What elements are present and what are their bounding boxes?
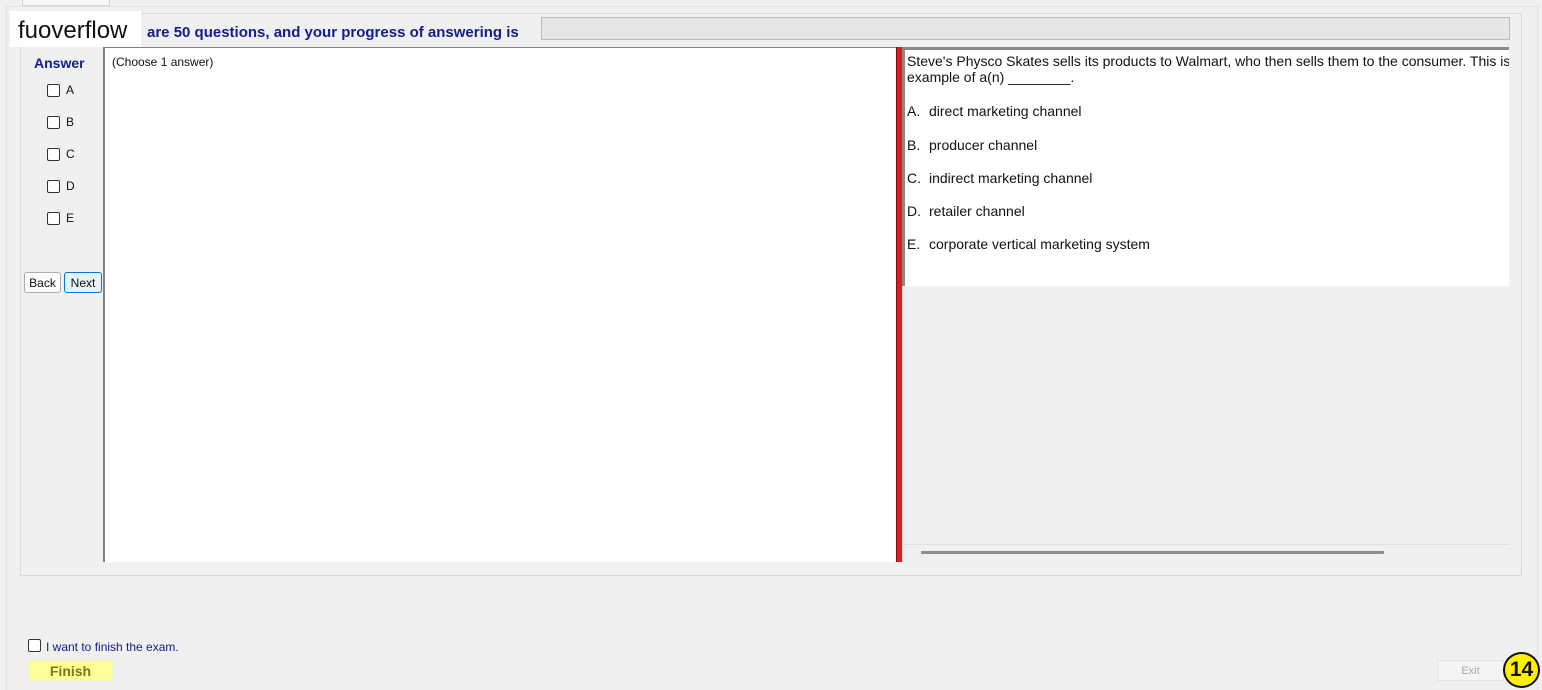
checkbox-a[interactable]: [47, 83, 60, 97]
progress-text: are 50 questions, and your progress of a…: [147, 24, 519, 41]
question-box: Steve's Physco Skates sells its products…: [902, 47, 1509, 286]
choice-text: retailer channel: [929, 203, 1025, 219]
choice-letter: B.: [907, 137, 921, 153]
question-choice-e: E. corporate vertical marketing system: [907, 236, 1150, 252]
question-stem: Steve's Physco Skates sells its products…: [907, 53, 1509, 85]
finish-button[interactable]: Finish: [28, 660, 113, 681]
finish-exam-checkbox[interactable]: I want to finish the exam.: [28, 639, 179, 654]
choice-letter: A.: [907, 103, 921, 119]
answer-option-label: C: [66, 147, 75, 161]
next-button[interactable]: Next: [64, 272, 102, 293]
question-choice-a: A. direct marketing channel: [907, 103, 1082, 119]
choice-text: corporate vertical marketing system: [929, 236, 1150, 252]
answer-text-area[interactable]: (Choose 1 answer): [103, 47, 896, 562]
horizontal-scrollbar-thumb[interactable]: [921, 551, 1384, 554]
choice-text: indirect marketing channel: [929, 170, 1093, 186]
answer-option-label: B: [66, 115, 75, 129]
choice-letter: E.: [907, 236, 921, 252]
choice-text: direct marketing channel: [929, 103, 1082, 119]
answer-option-label: E: [66, 211, 75, 225]
finish-checkbox-label: I want to finish the exam.: [46, 640, 179, 654]
question-choice-d: D. retailer channel: [907, 203, 1025, 219]
finish-checkbox-box[interactable]: [28, 639, 41, 652]
watermark-logo: fuoverflow: [10, 11, 141, 47]
answer-option-label: A: [66, 83, 75, 97]
choice-text: producer channel: [929, 137, 1038, 153]
progress-bar: [541, 17, 1510, 40]
answer-option-label: D: [66, 179, 75, 193]
page-number-badge: 14: [1503, 652, 1540, 688]
horizontal-scrollbar[interactable]: [903, 544, 1510, 561]
answer-hint: (Choose 1 answer): [112, 55, 214, 69]
answer-option-e[interactable]: E: [47, 211, 74, 225]
question-pane-blank: [902, 286, 1510, 562]
checkbox-b[interactable]: [47, 115, 60, 129]
question-pane: Steve's Physco Skates sells its products…: [902, 47, 1510, 562]
answer-option-c[interactable]: C: [47, 147, 75, 161]
choice-letter: C.: [907, 170, 921, 186]
answer-option-d[interactable]: D: [47, 179, 75, 193]
exit-button[interactable]: Exit: [1437, 660, 1504, 681]
question-choice-c: C. indirect marketing channel: [907, 170, 1092, 186]
back-button[interactable]: Back: [24, 272, 61, 293]
choice-letter: D.: [907, 203, 921, 219]
question-choice-b: B. producer channel: [907, 137, 1037, 153]
checkbox-d[interactable]: [47, 179, 60, 193]
answer-title: Answer: [34, 55, 85, 71]
checkbox-c[interactable]: [47, 147, 60, 161]
answer-option-b[interactable]: B: [47, 115, 74, 129]
answer-option-a[interactable]: A: [47, 83, 74, 97]
checkbox-e[interactable]: [47, 211, 60, 225]
